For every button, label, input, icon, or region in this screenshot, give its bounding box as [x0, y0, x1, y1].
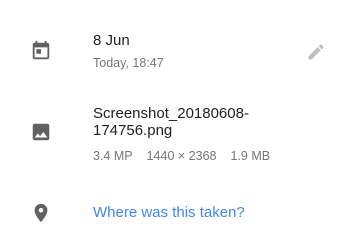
file-metadata: 3.4 MP 1440 × 2368 1.9 MB [93, 148, 316, 164]
location-pin-icon [30, 202, 52, 224]
file-name-line-2: 174756.png [93, 122, 173, 139]
file-info-row: Screenshot_20180608- 174756.png 3.4 MP 14… [0, 95, 356, 175]
location-row[interactable]: Where was this taken? [0, 190, 356, 240]
file-megapixels: 3.4 MP [93, 149, 133, 163]
date-subtitle: Today, 18:47 [93, 56, 164, 70]
file-size: 1.9 MB [230, 149, 271, 163]
calendar-icon [30, 40, 52, 62]
image-icon [30, 121, 52, 143]
date-row: 8 Jun Today, 18:47 [0, 0, 356, 90]
add-location-link[interactable]: Where was this taken? [93, 204, 316, 222]
file-dimensions: 1440 × 2368 [146, 149, 217, 163]
date-title: 8 Jun [93, 32, 130, 49]
edit-date-pencil-icon[interactable] [306, 42, 326, 62]
file-name-line-1: Screenshot_20180608- [93, 105, 249, 122]
